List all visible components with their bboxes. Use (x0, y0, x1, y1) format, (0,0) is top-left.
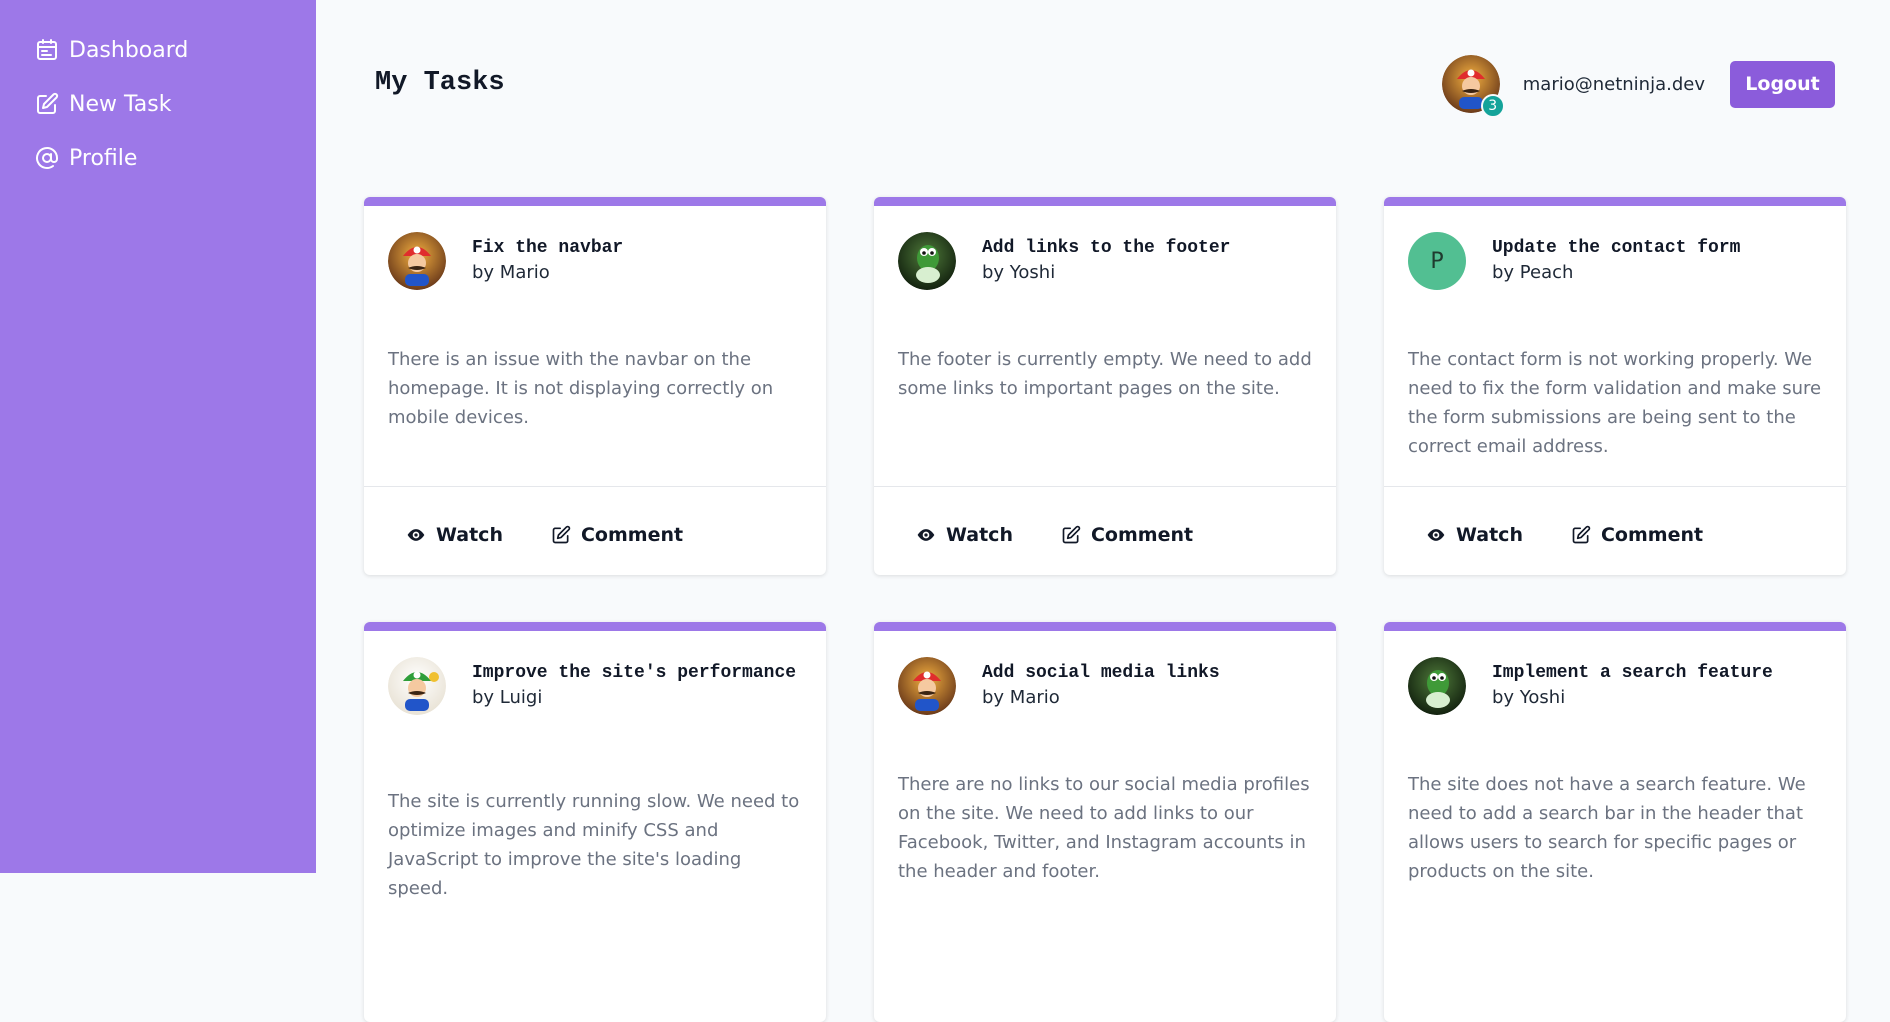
task-title: Add social media links (982, 663, 1220, 683)
card-header: Fix the navbar by Mario (388, 232, 806, 290)
at-icon (36, 147, 58, 169)
watch-label: Watch (436, 524, 503, 546)
task-description: There is an issue with the navbar on the… (388, 349, 774, 428)
task-title: Fix the navbar (472, 238, 624, 258)
comment-button[interactable]: Comment (551, 524, 683, 546)
page-title: My Tasks (375, 68, 505, 98)
sidebar-item-dashboard[interactable]: Dashboard (35, 35, 188, 65)
logout-button[interactable]: Logout (1730, 60, 1835, 108)
card-footer: Watch Comment (874, 486, 1336, 575)
task-title: Implement a search feature (1492, 663, 1773, 683)
sidebar-item-new-task[interactable]: New Task (35, 89, 171, 119)
task-author: by Yoshi (1492, 687, 1566, 708)
card-footer: Watch Comment (364, 486, 826, 575)
eye-icon (407, 529, 425, 541)
user-avatar[interactable]: 3 (1441, 55, 1505, 118)
card-titles: Improve the site's performance by Luigi (472, 661, 796, 715)
task-description: The contact form is not working properly… (1408, 349, 1822, 457)
watch-button[interactable]: Watch (406, 524, 503, 546)
main-content: My Tasks 3 mario@netninja.dev Logout Fix… (316, 0, 1890, 1022)
card-titles: Add links to the footer by Yoshi (982, 236, 1230, 290)
notification-badge: 3 (1480, 94, 1505, 118)
card-header: Implement a search feature by Yoshi (1408, 657, 1826, 715)
card-titles: Update the contact form by Peach (1492, 236, 1740, 290)
watch-button[interactable]: Watch (916, 524, 1013, 546)
edit-icon (1572, 525, 1591, 544)
eye-icon (1427, 529, 1445, 541)
card-header: P Update the contact form by Peach (1408, 232, 1826, 290)
sidebar-item-label: Profile (69, 145, 138, 171)
user-area: 3 mario@netninja.dev Logout (1441, 55, 1835, 118)
edit-icon (552, 525, 571, 544)
watch-label: Watch (946, 524, 1013, 546)
eye-icon (917, 529, 935, 541)
yoshi-avatar (1408, 657, 1466, 715)
card-titles: Implement a search feature by Yoshi (1492, 661, 1773, 715)
card-header: Add social media links by Mario (898, 657, 1316, 715)
task-author: by Mario (472, 262, 550, 283)
task-author: by Yoshi (982, 262, 1056, 283)
sidebar-item-label: Dashboard (69, 37, 189, 63)
edit-icon (1062, 525, 1081, 544)
card-titles: Fix the navbar by Mario (472, 236, 623, 290)
task-description: The site is currently running slow. We n… (388, 791, 800, 899)
task-author: by Luigi (472, 687, 543, 708)
task-description: There are no links to our social media p… (898, 774, 1310, 882)
comment-label: Comment (1090, 524, 1194, 546)
sidebar: Dashboard New Task Profile (0, 0, 316, 873)
user-email: mario@netninja.dev (1522, 73, 1705, 95)
card-header: Add links to the footer by Yoshi (898, 232, 1316, 290)
comment-button[interactable]: Comment (1571, 524, 1703, 546)
comment-button[interactable]: Comment (1061, 524, 1193, 546)
task-card: Add links to the footer by Yoshi The foote… (874, 197, 1336, 575)
watch-label: Watch (1456, 524, 1523, 546)
sidebar-item-profile[interactable]: Profile (35, 143, 137, 173)
card-titles: Add social media links by Mario (982, 661, 1220, 715)
task-author: by Peach (1492, 262, 1574, 283)
yoshi-avatar (898, 232, 956, 290)
task-card: Fix the navbar by Mario There is an issue … (364, 197, 826, 575)
task-card: Add social media links by Mario There are … (874, 622, 1336, 1022)
watch-button[interactable]: Watch (1426, 524, 1523, 546)
task-card: Implement a search feature by Yoshi The si… (1384, 622, 1846, 1022)
calendar-icon (37, 39, 57, 60)
luigi-avatar (388, 657, 446, 715)
task-title: Update the contact form (1492, 238, 1741, 258)
sidebar-item-label: New Task (69, 91, 172, 117)
task-author: by Mario (982, 687, 1060, 708)
mario-avatar (388, 232, 446, 290)
comment-label: Comment (580, 524, 684, 546)
edit-icon (37, 92, 59, 114)
comment-label: Comment (1600, 524, 1704, 546)
task-description: The site does not have a search feature.… (1408, 774, 1806, 882)
peach-avatar: P (1408, 232, 1466, 290)
card-header: Improve the site's performance by Luigi (388, 657, 806, 715)
task-description: The footer is currently empty. We need t… (898, 349, 1312, 399)
task-card: P Update the contact form by Peach The cont… (1384, 197, 1846, 575)
task-card: Improve the site's performance by Luigi Th… (364, 622, 826, 1022)
card-footer: Watch Comment (1384, 486, 1846, 575)
task-title: Add links to the footer (982, 238, 1231, 258)
task-title: Improve the site's performance (472, 663, 797, 683)
mario-avatar (898, 657, 956, 715)
